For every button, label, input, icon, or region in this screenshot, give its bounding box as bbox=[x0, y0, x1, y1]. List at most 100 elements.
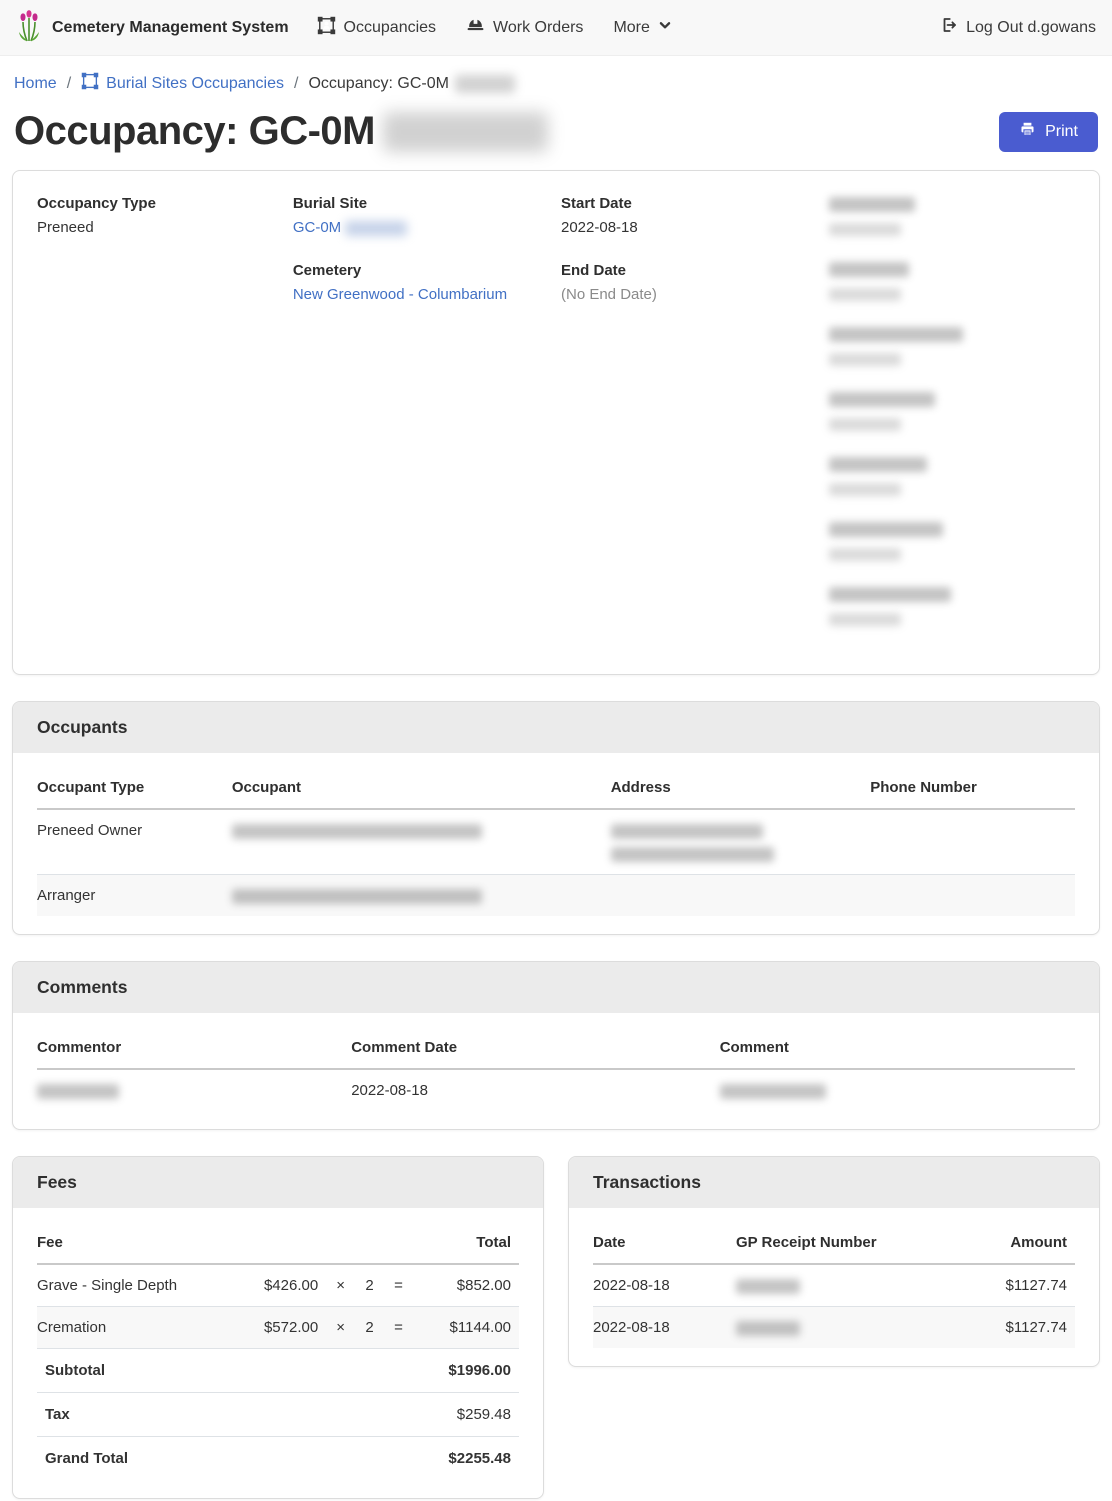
redacted-comment bbox=[720, 1084, 826, 1099]
redacted-field-value bbox=[829, 223, 901, 236]
redacted-field-value bbox=[829, 548, 901, 561]
monument-icon bbox=[317, 16, 336, 40]
breadcrumb: Home / Burial Sites Occupancies / Occupa… bbox=[0, 56, 1112, 105]
occupants-table: Occupant Type Occupant Address Phone Num… bbox=[37, 769, 1075, 916]
redacted-field-label bbox=[829, 327, 963, 342]
comments-card: Comments Commentor Comment Date Comment … bbox=[12, 961, 1100, 1130]
fee-name-cell: Grave - Single Depth bbox=[37, 1264, 244, 1307]
redacted-field-label bbox=[829, 262, 909, 277]
comment-date-cell: 2022-08-18 bbox=[343, 1069, 711, 1111]
end-date-value: (No End Date) bbox=[561, 286, 819, 303]
comments-table: Commentor Comment Date Comment 2022-08-1… bbox=[37, 1029, 1075, 1111]
tax-row: Tax $259.48 bbox=[37, 1393, 519, 1437]
redacted-field-label bbox=[829, 587, 951, 602]
redacted-address-line bbox=[611, 824, 763, 839]
nav-label-occupancies: Occupancies bbox=[344, 19, 437, 37]
logout-button[interactable]: Log Out d.gowans bbox=[940, 16, 1096, 39]
nav-item-work-orders[interactable]: Work Orders bbox=[466, 16, 583, 40]
fee-qty-cell: 2 bbox=[355, 1264, 384, 1307]
subtotal-label: Subtotal bbox=[37, 1349, 413, 1393]
nav-item-occupancies[interactable]: Occupancies bbox=[317, 16, 437, 40]
print-button[interactable]: Print bbox=[999, 112, 1098, 152]
occupancy-type-value: Preneed bbox=[37, 219, 283, 236]
times-symbol: × bbox=[326, 1307, 355, 1349]
equals-symbol: = bbox=[384, 1307, 413, 1349]
grand-total-row: Grand Total $2255.48 bbox=[37, 1437, 519, 1481]
redacted-text bbox=[345, 221, 407, 236]
monument-icon bbox=[81, 72, 99, 95]
transactions-table: Date GP Receipt Number Amount 2022-08-18… bbox=[593, 1224, 1075, 1348]
redacted-field-value bbox=[829, 288, 901, 301]
comments-title: Comments bbox=[13, 962, 1099, 1013]
table-row: Cremation $572.00 × 2 = $1144.00 bbox=[37, 1307, 519, 1349]
logout-icon bbox=[940, 16, 958, 39]
grand-total-label: Grand Total bbox=[37, 1437, 413, 1481]
brand: Cemetery Management System bbox=[16, 10, 289, 46]
col-commentor: Commentor bbox=[37, 1029, 343, 1069]
col-occupant-type: Occupant Type bbox=[37, 769, 224, 809]
nav-label-work-orders: Work Orders bbox=[493, 19, 583, 37]
printer-icon bbox=[1019, 121, 1036, 143]
fees-title: Fees bbox=[13, 1157, 543, 1208]
start-date-value: 2022-08-18 bbox=[561, 219, 819, 236]
transactions-title: Transactions bbox=[569, 1157, 1099, 1208]
fee-price-cell: $572.00 bbox=[244, 1307, 326, 1349]
transactions-card: Transactions Date GP Receipt Number Amou… bbox=[568, 1156, 1100, 1367]
occupant-type-cell: Arranger bbox=[37, 875, 224, 917]
cemetery-label: Cemetery bbox=[293, 262, 551, 279]
top-navbar: Cemetery Management System Occupancies bbox=[0, 0, 1112, 56]
print-label: Print bbox=[1045, 123, 1078, 141]
transaction-amount-cell: $1127.74 bbox=[954, 1307, 1075, 1349]
col-amount: Amount bbox=[954, 1224, 1075, 1264]
redacted-death-fields bbox=[829, 195, 1075, 650]
burial-site-link[interactable]: GC-0M bbox=[293, 219, 341, 236]
table-row: 2022-08-18 $1127.74 bbox=[593, 1307, 1075, 1349]
breadcrumb-home-link[interactable]: Home bbox=[14, 75, 57, 93]
subtotal-row: Subtotal $1996.00 bbox=[37, 1349, 519, 1393]
fee-total-cell: $852.00 bbox=[413, 1264, 519, 1307]
col-fee: Fee bbox=[37, 1224, 244, 1264]
table-row: Grave - Single Depth $426.00 × 2 = $852.… bbox=[37, 1264, 519, 1307]
redacted-commentor bbox=[37, 1084, 119, 1099]
fee-total-cell: $1144.00 bbox=[413, 1307, 519, 1349]
cemetery-link[interactable]: New Greenwood - Columbarium bbox=[293, 286, 507, 303]
fee-name-cell: Cremation bbox=[37, 1307, 244, 1349]
hard-hat-icon bbox=[466, 16, 485, 40]
table-row: 2022-08-18 $1127.74 bbox=[593, 1264, 1075, 1307]
app-title: Cemetery Management System bbox=[52, 19, 289, 37]
redacted-field-value bbox=[829, 353, 901, 366]
nav-item-more[interactable]: More bbox=[613, 18, 671, 37]
tax-value: $259.48 bbox=[413, 1393, 519, 1437]
col-comment-date: Comment Date bbox=[343, 1029, 711, 1069]
tax-label: Tax bbox=[37, 1393, 413, 1437]
breadcrumb-occupancies-label: Burial Sites Occupancies bbox=[106, 75, 284, 93]
transaction-amount-cell: $1127.74 bbox=[954, 1264, 1075, 1307]
occupant-type-cell: Preneed Owner bbox=[37, 809, 224, 875]
col-date: Date bbox=[593, 1224, 728, 1264]
col-comment: Comment bbox=[712, 1029, 1075, 1069]
redacted-field-value bbox=[829, 613, 901, 626]
equals-symbol: = bbox=[384, 1264, 413, 1307]
redacted-occupant-name bbox=[232, 824, 482, 839]
col-occupant: Occupant bbox=[224, 769, 603, 809]
occupancy-details-card: Occupancy Type Preneed Burial Site GC-0M… bbox=[12, 170, 1100, 675]
redacted-field-label bbox=[829, 197, 915, 212]
redacted-address-line bbox=[611, 847, 774, 862]
redacted-receipt-number bbox=[736, 1279, 800, 1294]
transaction-date-cell: 2022-08-18 bbox=[593, 1307, 728, 1349]
breadcrumb-separator: / bbox=[294, 75, 298, 93]
end-date-label: End Date bbox=[561, 262, 819, 279]
redacted-occupant-name bbox=[232, 889, 482, 904]
breadcrumb-occupancies-link[interactable]: Burial Sites Occupancies bbox=[81, 72, 284, 95]
table-row: Preneed Owner bbox=[37, 809, 1075, 875]
redacted-text bbox=[455, 75, 515, 93]
grand-total-value: $2255.48 bbox=[413, 1437, 519, 1481]
subtotal-value: $1996.00 bbox=[413, 1349, 519, 1393]
col-gp-receipt-number: GP Receipt Number bbox=[728, 1224, 955, 1264]
chevron-down-icon bbox=[658, 18, 672, 37]
col-phone-number: Phone Number bbox=[862, 769, 1075, 809]
col-address: Address bbox=[603, 769, 863, 809]
redacted-field-label bbox=[829, 392, 935, 407]
occupancy-type-label: Occupancy Type bbox=[37, 195, 283, 212]
occupants-title: Occupants bbox=[13, 702, 1099, 753]
